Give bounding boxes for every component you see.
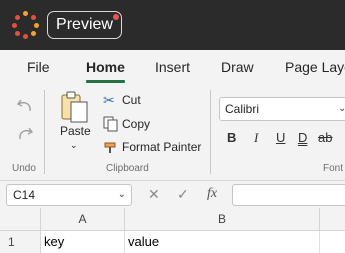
redo-icon[interactable] <box>16 126 34 142</box>
paste-button[interactable]: Paste <box>60 124 91 138</box>
ribbon: Undo Paste ⌄ ✂ Cut Copy Format Painter C… <box>0 84 345 180</box>
bold-button[interactable]: B <box>227 130 236 145</box>
clipboard-group-label: Clipboard <box>106 163 149 174</box>
undo-group-label: Undo <box>12 163 36 174</box>
paste-icon[interactable] <box>60 89 90 125</box>
cell-b1[interactable]: value <box>125 231 320 253</box>
title-bar: Preview <box>0 0 345 50</box>
divider <box>210 90 211 174</box>
italic-button[interactable]: I <box>254 130 258 146</box>
cell-c1[interactable] <box>320 231 345 253</box>
preview-label: Preview <box>56 16 113 33</box>
notification-dot <box>113 14 119 20</box>
app-logo-icon <box>12 11 40 39</box>
undo-icon[interactable] <box>16 98 34 114</box>
column-header-c[interactable] <box>320 208 345 231</box>
row-header-1[interactable]: 1 <box>0 231 41 253</box>
copy-icon <box>103 116 118 132</box>
cancel-icon[interactable]: ✕ <box>148 186 160 203</box>
double-underline-button[interactable]: D <box>298 130 307 145</box>
name-box[interactable]: C14 ⌄ <box>6 184 132 206</box>
name-box-value: C14 <box>13 188 36 202</box>
column-header-a[interactable]: A <box>41 208 125 231</box>
active-tab-indicator <box>86 80 125 83</box>
chevron-down-icon: ⌄ <box>117 189 126 200</box>
tab-draw[interactable]: Draw <box>221 59 254 75</box>
enter-check-icon[interactable]: ✓ <box>177 186 189 203</box>
format-painter-icon <box>104 142 116 153</box>
chevron-down-icon: ⌄ <box>338 103 345 114</box>
format-painter-button[interactable]: Format Painter <box>122 140 201 154</box>
font-name-value: Calibri <box>225 102 260 116</box>
strikethrough-button[interactable]: ab <box>318 130 332 145</box>
tab-page-layout[interactable]: Page Layo <box>285 59 345 75</box>
cut-button[interactable]: Cut <box>122 93 141 107</box>
font-group-label: Font <box>323 163 344 174</box>
divider <box>44 90 45 174</box>
insert-function-button[interactable]: fx <box>207 186 217 202</box>
spreadsheet-grid: A B 1 key value <box>0 208 345 253</box>
underline-button[interactable]: U <box>276 130 285 145</box>
formula-input[interactable] <box>232 184 345 206</box>
scissors-icon: ✂ <box>103 92 115 108</box>
ribbon-tabs: File Home Insert Draw Page Layo <box>0 50 345 84</box>
select-all-corner[interactable] <box>0 208 41 231</box>
cell-a1[interactable]: key <box>41 231 125 253</box>
font-name-select[interactable]: Calibri ⌄ <box>219 97 345 121</box>
tab-insert[interactable]: Insert <box>155 59 190 75</box>
column-header-b[interactable]: B <box>125 208 320 231</box>
formula-bar: C14 ⌄ ✕ ✓ fx <box>0 180 345 208</box>
preview-badge[interactable]: Preview <box>47 11 122 39</box>
tab-home[interactable]: Home <box>86 59 125 75</box>
copy-button[interactable]: Copy <box>122 117 150 131</box>
tab-file[interactable]: File <box>27 59 50 75</box>
paste-dropdown-chevron-icon[interactable]: ⌄ <box>70 140 78 151</box>
